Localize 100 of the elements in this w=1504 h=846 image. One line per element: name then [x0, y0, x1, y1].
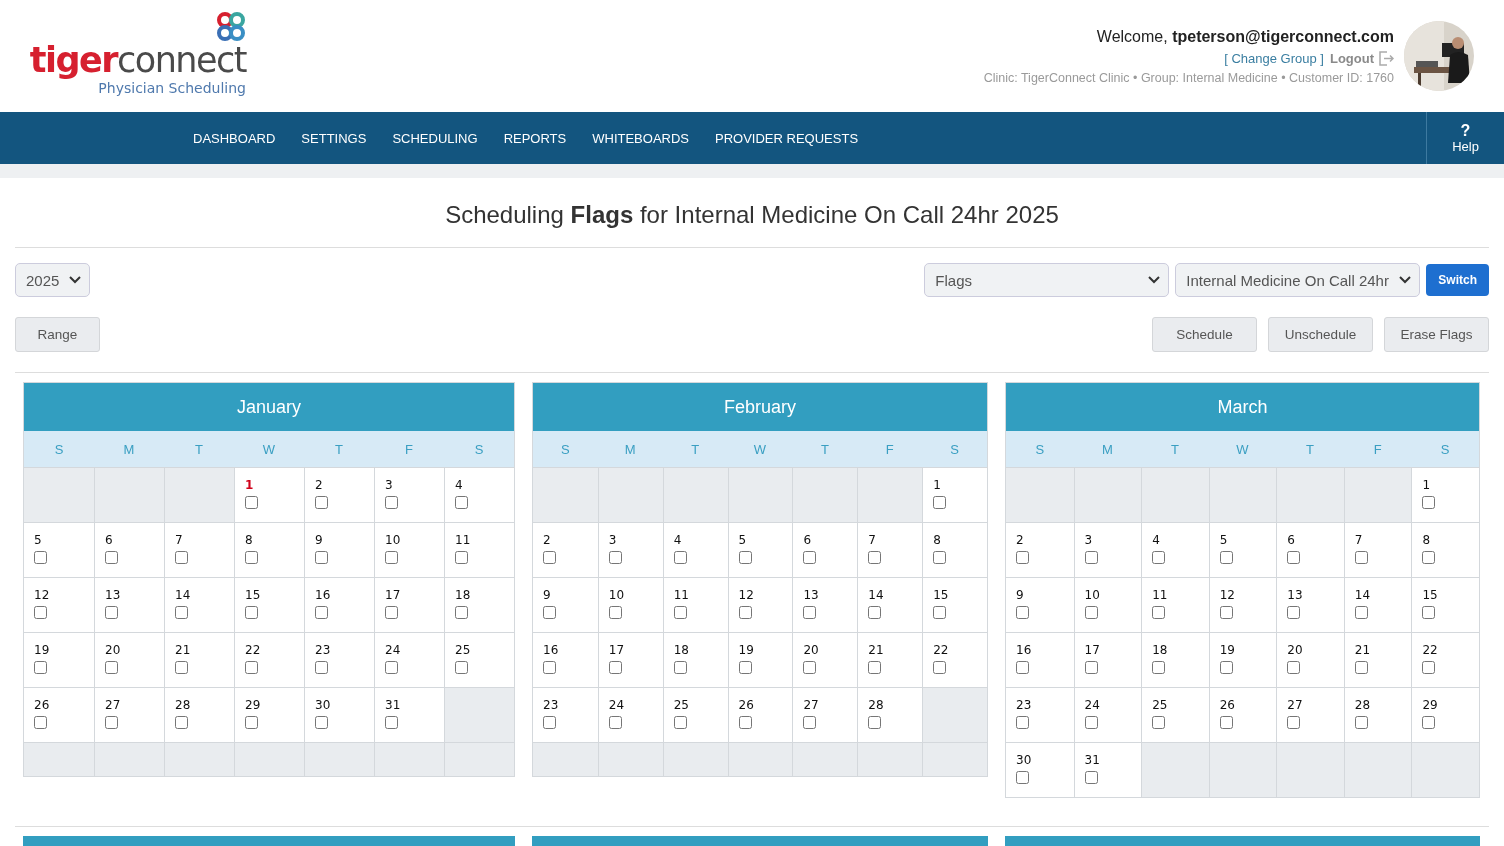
day-checkbox[interactable] [385, 606, 398, 619]
day-checkbox[interactable] [1152, 551, 1166, 564]
day-checkbox[interactable] [868, 606, 882, 619]
day-checkbox[interactable] [1422, 716, 1436, 729]
day-checkbox[interactable] [175, 716, 188, 729]
day-checkbox[interactable] [175, 606, 188, 619]
day-checkbox[interactable] [1287, 551, 1301, 564]
day-checkbox[interactable] [1219, 606, 1233, 619]
day-checkbox[interactable] [315, 661, 328, 674]
day-checkbox[interactable] [868, 661, 882, 674]
day-checkbox[interactable] [1287, 661, 1301, 674]
mode-select[interactable]: Flags [924, 263, 1170, 297]
day-checkbox[interactable] [1422, 606, 1436, 619]
day-checkbox[interactable] [673, 661, 687, 674]
day-checkbox[interactable] [315, 496, 328, 509]
day-checkbox[interactable] [245, 661, 258, 674]
day-checkbox[interactable] [543, 661, 556, 674]
day-checkbox[interactable] [1016, 661, 1029, 674]
nav-item[interactable]: SETTINGS [288, 130, 380, 146]
action-button[interactable]: Schedule [1152, 317, 1257, 352]
day-checkbox[interactable] [1219, 551, 1233, 564]
day-checkbox[interactable] [1354, 606, 1368, 619]
day-checkbox[interactable] [245, 606, 258, 619]
day-checkbox[interactable] [933, 551, 947, 564]
action-button[interactable]: Unschedule [1268, 317, 1373, 352]
range-button[interactable]: Range [15, 317, 100, 352]
day-checkbox[interactable] [1422, 551, 1436, 564]
day-checkbox[interactable] [385, 716, 398, 729]
calendar-select[interactable]: Internal Medicine On Call 24hr [1175, 263, 1421, 297]
day-checkbox[interactable] [608, 716, 622, 729]
day-checkbox[interactable] [608, 606, 622, 619]
day-checkbox[interactable] [1016, 606, 1029, 619]
day-checkbox[interactable] [1354, 551, 1368, 564]
day-checkbox[interactable] [105, 551, 118, 564]
day-checkbox[interactable] [34, 551, 47, 564]
day-checkbox[interactable] [455, 661, 468, 674]
day-checkbox[interactable] [455, 551, 468, 564]
day-checkbox[interactable] [1016, 716, 1029, 729]
day-checkbox[interactable] [105, 716, 118, 729]
day-checkbox[interactable] [315, 716, 328, 729]
nav-item[interactable]: DASHBOARD [180, 130, 289, 146]
day-checkbox[interactable] [738, 716, 752, 729]
day-checkbox[interactable] [738, 661, 752, 674]
day-checkbox[interactable] [738, 551, 752, 564]
day-checkbox[interactable] [868, 551, 882, 564]
day-checkbox[interactable] [1084, 661, 1098, 674]
day-checkbox[interactable] [1219, 716, 1233, 729]
switch-button[interactable]: Switch [1426, 264, 1489, 296]
day-checkbox[interactable] [803, 661, 817, 674]
day-checkbox[interactable] [608, 551, 622, 564]
day-checkbox[interactable] [1084, 606, 1098, 619]
nav-item[interactable]: WHITEBOARDS [579, 130, 703, 146]
day-checkbox[interactable] [105, 606, 118, 619]
day-checkbox[interactable] [1084, 716, 1098, 729]
day-checkbox[interactable] [315, 551, 328, 564]
day-checkbox[interactable] [385, 496, 398, 509]
day-checkbox[interactable] [673, 606, 687, 619]
day-checkbox[interactable] [1422, 661, 1436, 674]
day-checkbox[interactable] [933, 606, 947, 619]
day-checkbox[interactable] [608, 661, 622, 674]
day-checkbox[interactable] [673, 716, 687, 729]
day-checkbox[interactable] [1152, 661, 1166, 674]
day-checkbox[interactable] [1219, 661, 1233, 674]
change-group-link[interactable]: [ Change Group ] [1224, 50, 1324, 66]
day-checkbox[interactable] [455, 606, 468, 619]
day-checkbox[interactable] [1287, 606, 1301, 619]
day-checkbox[interactable] [803, 606, 817, 619]
day-checkbox[interactable] [175, 661, 188, 674]
day-checkbox[interactable] [1152, 606, 1166, 619]
day-checkbox[interactable] [1354, 661, 1368, 674]
day-checkbox[interactable] [315, 606, 328, 619]
nav-item[interactable]: PROVIDER REQUESTS [702, 130, 872, 146]
day-checkbox[interactable] [543, 606, 556, 619]
day-checkbox[interactable] [673, 551, 687, 564]
day-checkbox[interactable] [175, 551, 188, 564]
nav-item[interactable]: SCHEDULING [379, 130, 491, 146]
day-checkbox[interactable] [34, 661, 47, 674]
nav-item[interactable]: REPORTS [490, 130, 580, 146]
day-checkbox[interactable] [543, 716, 556, 729]
day-checkbox[interactable] [245, 716, 258, 729]
day-checkbox[interactable] [543, 551, 556, 564]
day-checkbox[interactable] [933, 661, 947, 674]
day-checkbox[interactable] [385, 661, 398, 674]
day-checkbox[interactable] [1084, 551, 1098, 564]
day-checkbox[interactable] [245, 551, 258, 564]
year-select[interactable]: 2025 [15, 263, 90, 297]
day-checkbox[interactable] [1422, 496, 1436, 509]
day-checkbox[interactable] [455, 496, 468, 509]
day-checkbox[interactable] [1016, 771, 1029, 784]
day-checkbox[interactable] [1354, 716, 1368, 729]
day-checkbox[interactable] [738, 606, 752, 619]
day-checkbox[interactable] [245, 496, 258, 509]
day-checkbox[interactable] [1016, 551, 1029, 564]
day-checkbox[interactable] [34, 716, 47, 729]
day-checkbox[interactable] [105, 661, 118, 674]
day-checkbox[interactable] [933, 496, 947, 509]
action-button[interactable]: Erase Flags [1384, 317, 1489, 352]
day-checkbox[interactable] [803, 551, 817, 564]
day-checkbox[interactable] [385, 551, 398, 564]
day-checkbox[interactable] [1152, 716, 1166, 729]
